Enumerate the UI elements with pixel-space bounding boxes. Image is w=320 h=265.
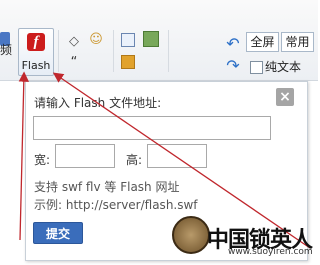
flash-url-input[interactable] [33,116,271,140]
quote-icon[interactable]: “ [66,55,82,71]
undo-icon[interactable]: ↶ [225,36,241,52]
plaintext-checkbox[interactable] [250,61,263,74]
attachment-icon[interactable] [121,55,135,69]
example-hint: 示例: http://server/flash.swf [34,198,198,212]
watermark-logo [172,216,210,254]
emoticon-icon[interactable]: ☺ [88,32,104,48]
code-icon[interactable]: ◇ [66,34,82,50]
template-icon[interactable] [121,33,135,47]
width-label: 宽: [34,153,51,167]
toolbar-separator [58,30,59,72]
fullscreen-button[interactable]: 全屏 [246,32,279,52]
flash-button-label: Flash [21,59,51,72]
editor-toolbar: 频 f Flash ◇ ☺ “ ↶ 全屏 常用 ↷ 纯文本 [0,0,318,81]
arrow-left-line [18,71,30,241]
watermark-url: www.suoyiren.com [228,247,313,257]
redo-icon[interactable]: ↷ [225,58,241,74]
width-input[interactable] [55,144,115,168]
toolbar-separator [168,30,169,72]
support-hint: 支持 swf flv 等 Flash 网址 [34,180,180,194]
url-label: 请输入 Flash 文件地址: [34,96,162,110]
submit-button[interactable]: 提交 [33,222,83,244]
common-button[interactable]: 常用 [281,32,314,52]
height-input[interactable] [147,144,207,168]
close-icon[interactable]: × [276,88,294,106]
image-icon[interactable] [143,31,159,47]
height-label: 高: [126,153,143,167]
flash-icon: f [27,33,45,51]
plaintext-label: 纯文本 [265,60,302,74]
toolbar-cut-label: 频 [0,43,13,57]
flash-button[interactable]: f Flash [18,28,54,76]
toolbar-separator [113,30,114,72]
